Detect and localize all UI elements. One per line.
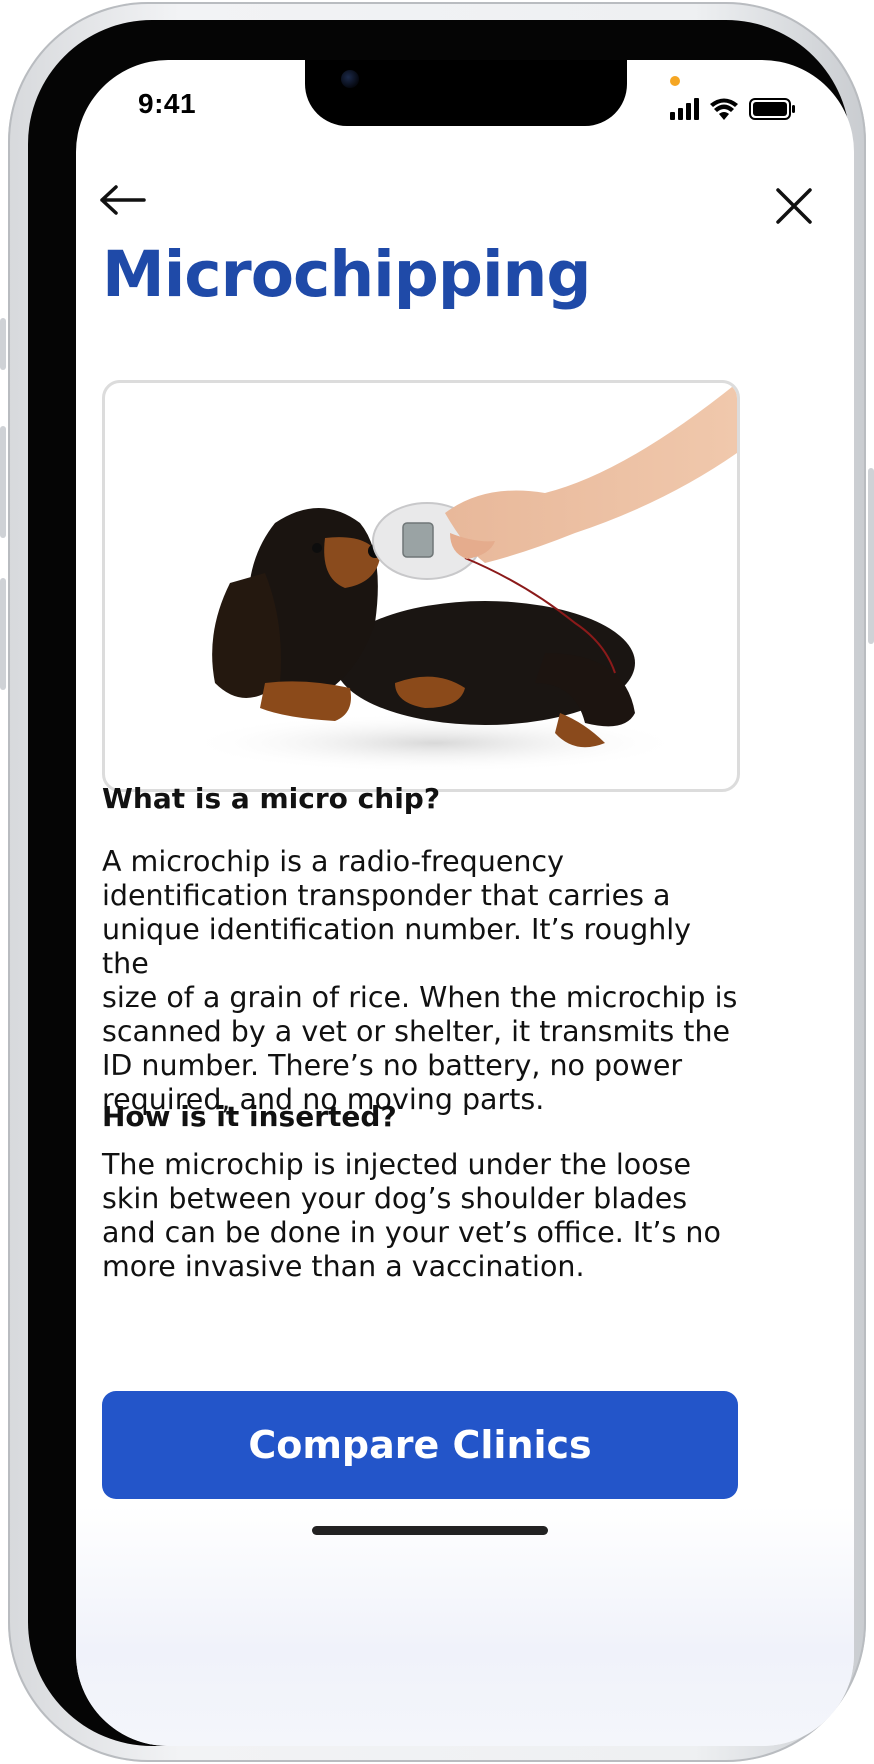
status-icons (670, 98, 795, 120)
body-line: identification transponder that carries … (102, 879, 671, 912)
battery-icon (749, 98, 795, 120)
hero-image-card (102, 380, 740, 792)
phone-bezel: 9:41 Microchipping What is a micro chip?… (28, 20, 854, 1746)
body-line: more invasive than a vaccination. (102, 1250, 585, 1283)
dog-being-scanned-photo (185, 383, 737, 773)
home-indicator[interactable] (312, 1526, 548, 1535)
body-line: skin between your dog’s shoulder blades (102, 1182, 688, 1215)
section-heading-how: How is it inserted? (102, 1100, 397, 1133)
body-line: ID number. There’s no battery, no power (102, 1049, 683, 1082)
phone-frame: 9:41 Microchipping What is a micro chip?… (0, 2, 874, 1762)
section-heading-what: What is a micro chip? (102, 782, 441, 815)
page-title: Microchipping (102, 238, 592, 311)
mute-switch (0, 318, 6, 370)
compare-clinics-button[interactable]: Compare Clinics (102, 1391, 738, 1499)
power-button (868, 468, 874, 644)
privacy-indicator-dot (670, 76, 680, 86)
section-body-how: The microchip is injected under the loos… (102, 1148, 742, 1284)
body-line: The microchip is injected under the loos… (102, 1148, 692, 1181)
screen: 9:41 Microchipping What is a micro chip?… (76, 60, 854, 1746)
section-body-what: A microchip is a radio-frequency identif… (102, 845, 742, 1117)
body-line: and can be done in your vet’s office. It… (102, 1216, 721, 1249)
body-line: size of a grain of rice. When the microc… (102, 981, 738, 1014)
body-line: scanned by a vet or shelter, it transmit… (102, 1015, 731, 1048)
arrow-left-icon[interactable] (98, 180, 150, 220)
cellular-signal-icon (670, 98, 699, 120)
volume-down-button (0, 578, 6, 690)
wifi-icon (710, 98, 738, 120)
body-line: unique identification number. It’s rough… (102, 913, 692, 980)
cta-footer (76, 1506, 854, 1746)
close-icon[interactable] (772, 184, 816, 228)
status-time: 9:41 (138, 88, 197, 119)
camera (341, 70, 359, 88)
notch (305, 60, 627, 126)
volume-up-button (0, 426, 6, 538)
body-line: A microchip is a radio-frequency (102, 845, 564, 878)
